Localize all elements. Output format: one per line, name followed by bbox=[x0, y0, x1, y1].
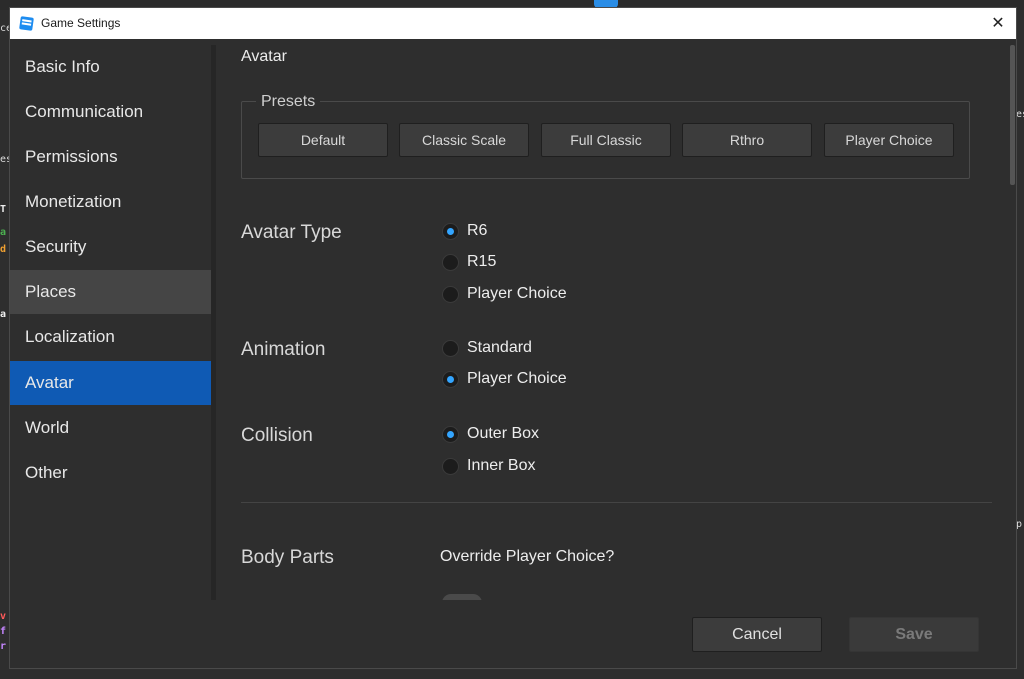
body-parts-label: Body Parts bbox=[241, 547, 334, 568]
animation-label: Animation bbox=[241, 339, 326, 360]
preset-classic-scale-button[interactable]: Classic Scale bbox=[399, 123, 529, 157]
radio-label: Outer Box bbox=[467, 425, 540, 442]
radio-selected-icon bbox=[442, 222, 459, 240]
cancel-button[interactable]: Cancel bbox=[692, 617, 822, 652]
radio-label: Standard bbox=[467, 339, 532, 356]
radio-label: R6 bbox=[467, 222, 488, 239]
presets-group: Presets Default Classic Scale Full Class… bbox=[241, 93, 970, 179]
studio-right-panel: es p bbox=[1016, 10, 1024, 679]
radio-animation-standard[interactable]: Standard bbox=[442, 336, 532, 360]
window-title: Game Settings bbox=[41, 16, 121, 30]
bg-text: d bbox=[0, 244, 7, 255]
avatar-settings-panel: Avatar Presets Default Classic Scale Ful… bbox=[216, 45, 1009, 600]
bg-text: T bbox=[0, 204, 7, 215]
sidebar-item-places[interactable]: Places bbox=[10, 270, 211, 314]
sidebar-item-communication[interactable]: Communication bbox=[10, 90, 211, 134]
sidebar-item-other[interactable]: Other bbox=[10, 451, 211, 495]
roblox-studio-icon bbox=[19, 16, 34, 31]
sidebar-item-world[interactable]: World bbox=[10, 406, 211, 450]
preset-full-classic-button[interactable]: Full Classic bbox=[541, 123, 671, 157]
settings-sidebar: Basic Info Communication Permissions Mon… bbox=[10, 45, 211, 600]
radio-unselected-icon bbox=[442, 253, 459, 271]
save-button[interactable]: Save bbox=[849, 617, 979, 652]
scrollbar-thumb[interactable] bbox=[1010, 45, 1015, 185]
radio-avatar-type-player-choice[interactable]: Player Choice bbox=[442, 282, 567, 306]
bg-text: v bbox=[0, 611, 7, 622]
page-title: Avatar bbox=[241, 48, 287, 65]
radio-label: R15 bbox=[467, 253, 497, 270]
preset-rthro-button[interactable]: Rthro bbox=[682, 123, 812, 157]
preset-default-button[interactable]: Default bbox=[258, 123, 388, 157]
bg-text: r bbox=[0, 641, 7, 652]
preset-player-choice-button[interactable]: Player Choice bbox=[824, 123, 954, 157]
sidebar-item-permissions[interactable]: Permissions bbox=[10, 135, 211, 179]
radio-label: Inner Box bbox=[467, 457, 536, 474]
bg-text: f bbox=[0, 626, 7, 637]
title-bar[interactable]: Game Settings ✕ bbox=[10, 8, 1016, 39]
bg-text: a bbox=[0, 227, 7, 238]
radio-label: Player Choice bbox=[467, 370, 567, 387]
vertical-scrollbar[interactable] bbox=[1009, 45, 1016, 600]
sidebar-item-localization[interactable]: Localization bbox=[10, 315, 211, 359]
radio-collision-outer-box[interactable]: Outer Box bbox=[442, 422, 539, 446]
radio-label: Player Choice bbox=[467, 285, 567, 302]
radio-collision-inner-box[interactable]: Inner Box bbox=[442, 454, 535, 478]
bg-text: a bbox=[0, 309, 7, 320]
override-player-choice-label: Override Player Choice? bbox=[440, 548, 615, 565]
radio-unselected-icon bbox=[442, 457, 459, 475]
radio-selected-icon bbox=[442, 370, 459, 388]
collision-label: Collision bbox=[241, 425, 313, 446]
sidebar-item-basic-info[interactable]: Basic Info bbox=[10, 45, 211, 89]
bg-text: es bbox=[1016, 109, 1024, 120]
radio-unselected-icon bbox=[442, 285, 459, 303]
sidebar-item-avatar[interactable]: Avatar bbox=[10, 361, 211, 405]
sidebar-item-security[interactable]: Security bbox=[10, 225, 211, 269]
game-settings-dialog: Game Settings ✕ Basic Info Communication… bbox=[9, 7, 1017, 669]
presets-legend: Presets bbox=[256, 93, 321, 111]
radio-unselected-icon bbox=[442, 339, 459, 357]
radio-avatar-type-r6[interactable]: R6 bbox=[442, 219, 487, 243]
section-divider bbox=[241, 502, 992, 503]
dialog-footer: Cancel Save bbox=[10, 600, 1016, 668]
avatar-type-label: Avatar Type bbox=[241, 222, 342, 243]
sidebar-item-monetization[interactable]: Monetization bbox=[10, 180, 211, 224]
close-icon[interactable]: ✕ bbox=[988, 14, 1008, 34]
radio-selected-icon bbox=[442, 425, 459, 443]
radio-animation-player-choice[interactable]: Player Choice bbox=[442, 367, 567, 391]
radio-avatar-type-r15[interactable]: R15 bbox=[442, 250, 496, 274]
